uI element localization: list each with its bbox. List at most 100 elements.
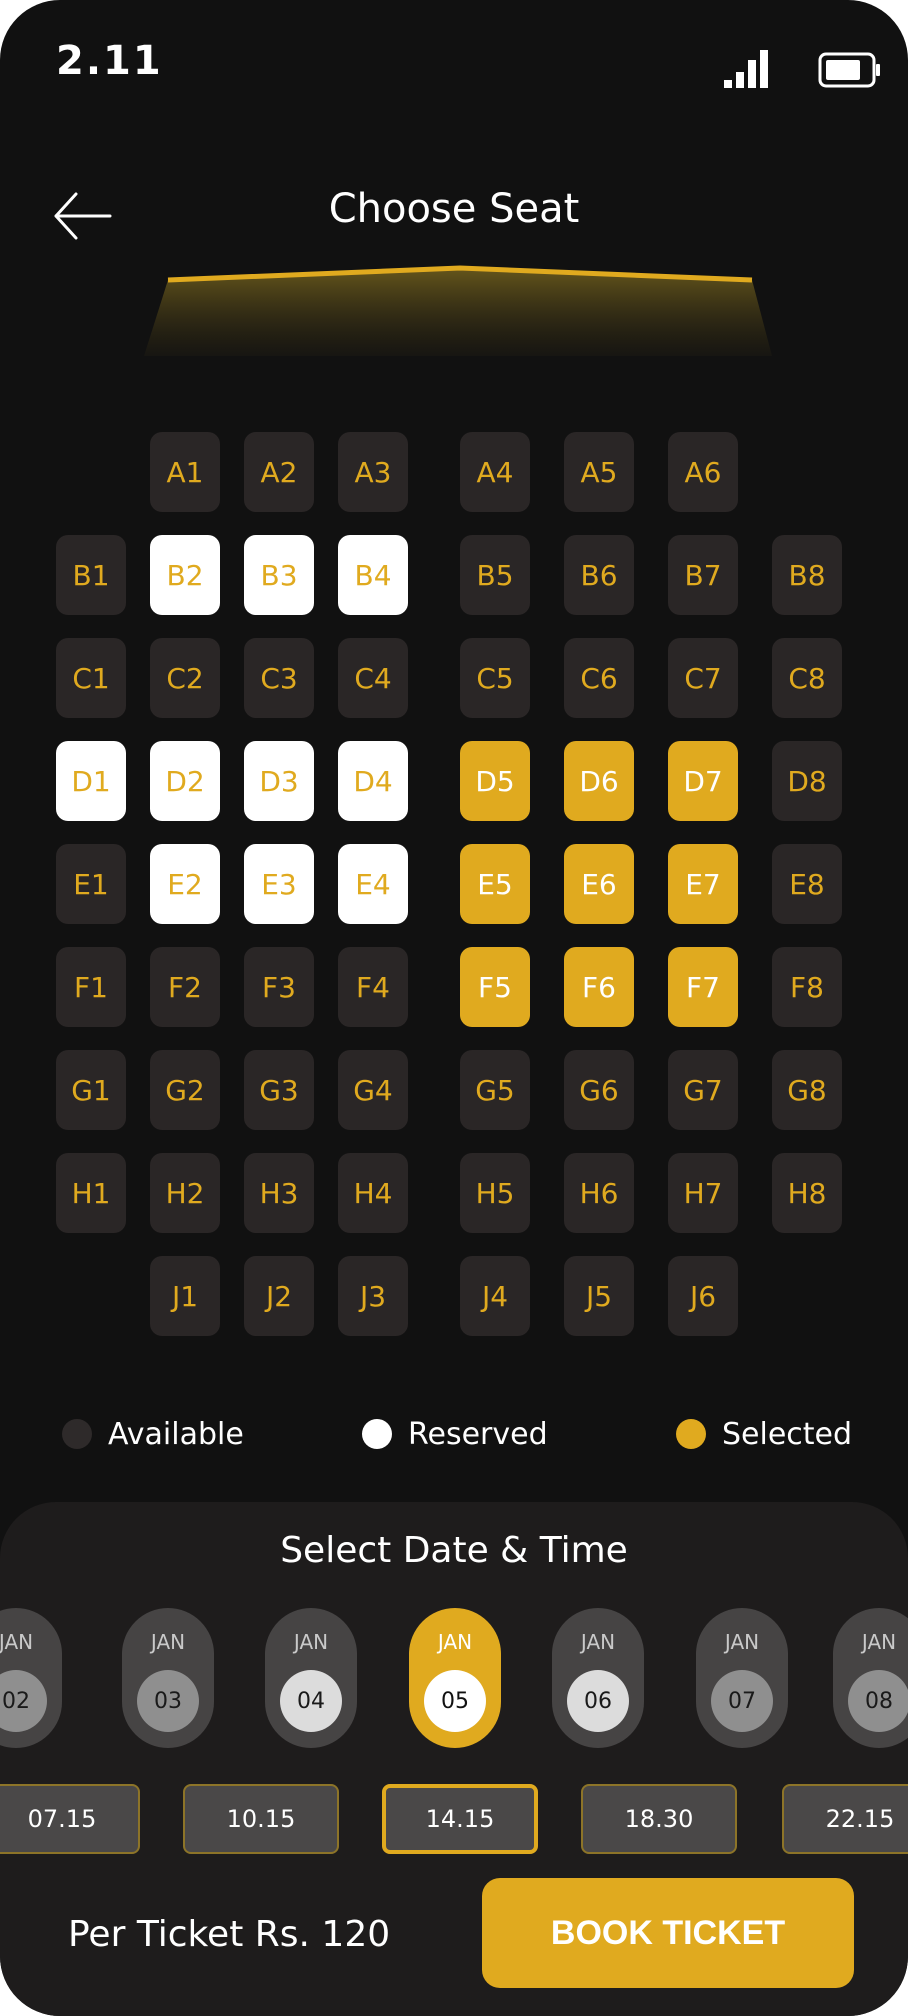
legend-available-label: Available <box>108 1416 244 1452</box>
available-dot-icon <box>62 1419 92 1449</box>
seat-c3[interactable]: C3 <box>244 638 314 718</box>
seat-f5[interactable]: F5 <box>460 947 530 1027</box>
cinema-screen <box>144 265 772 356</box>
time-option-07-15[interactable]: 07.15 <box>0 1784 140 1854</box>
date-option-07[interactable]: JAN 07 <box>696 1608 788 1748</box>
seat-a3[interactable]: A3 <box>338 432 408 512</box>
seat-j1[interactable]: J1 <box>150 1256 220 1336</box>
seat-d7[interactable]: D7 <box>668 741 738 821</box>
seat-b2: B2 <box>150 535 220 615</box>
seat-f6[interactable]: F6 <box>564 947 634 1027</box>
seat-b4: B4 <box>338 535 408 615</box>
seat-c7[interactable]: C7 <box>668 638 738 718</box>
date-month: JAN <box>0 1630 34 1654</box>
seat-h8[interactable]: H8 <box>772 1153 842 1233</box>
seat-f8[interactable]: F8 <box>772 947 842 1027</box>
selected-dot-icon <box>676 1419 706 1449</box>
seat-f7[interactable]: F7 <box>668 947 738 1027</box>
seat-b3: B3 <box>244 535 314 615</box>
seat-b5[interactable]: B5 <box>460 535 530 615</box>
seat-f3[interactable]: F3 <box>244 947 314 1027</box>
date-option-06[interactable]: JAN 06 <box>552 1608 644 1748</box>
seat-a6[interactable]: A6 <box>668 432 738 512</box>
date-day: 08 <box>848 1670 908 1732</box>
seat-g5[interactable]: G5 <box>460 1050 530 1130</box>
seat-e6[interactable]: E6 <box>564 844 634 924</box>
seat-j2[interactable]: J2 <box>244 1256 314 1336</box>
seat-d4: D4 <box>338 741 408 821</box>
seat-d8[interactable]: D8 <box>772 741 842 821</box>
seat-h5[interactable]: H5 <box>460 1153 530 1233</box>
seat-g8[interactable]: G8 <box>772 1050 842 1130</box>
seat-g4[interactable]: G4 <box>338 1050 408 1130</box>
date-option-03[interactable]: JAN 03 <box>122 1608 214 1748</box>
seat-c2[interactable]: C2 <box>150 638 220 718</box>
seat-d5[interactable]: D5 <box>460 741 530 821</box>
seat-c5[interactable]: C5 <box>460 638 530 718</box>
page-title: Choose Seat <box>328 186 580 232</box>
seat-a4[interactable]: A4 <box>460 432 530 512</box>
seat-h3[interactable]: H3 <box>244 1153 314 1233</box>
seat-c6[interactable]: C6 <box>564 638 634 718</box>
seat-j5[interactable]: J5 <box>564 1256 634 1336</box>
date-month: JAN <box>437 1630 473 1654</box>
seat-e5[interactable]: E5 <box>460 844 530 924</box>
date-option-04[interactable]: JAN 04 <box>265 1608 357 1748</box>
seat-b7[interactable]: B7 <box>668 535 738 615</box>
seat-e2: E2 <box>150 844 220 924</box>
date-month: JAN <box>724 1630 760 1654</box>
seat-j6[interactable]: J6 <box>668 1256 738 1336</box>
seat-b6[interactable]: B6 <box>564 535 634 615</box>
date-option-05[interactable]: JAN 05 <box>409 1608 501 1748</box>
seat-d3: D3 <box>244 741 314 821</box>
battery-icon <box>818 52 880 88</box>
seat-h6[interactable]: H6 <box>564 1153 634 1233</box>
time-option-18-30[interactable]: 18.30 <box>581 1784 737 1854</box>
seat-d6[interactable]: D6 <box>564 741 634 821</box>
seat-g1[interactable]: G1 <box>56 1050 126 1130</box>
date-month: JAN <box>293 1630 329 1654</box>
seat-b1[interactable]: B1 <box>56 535 126 615</box>
seat-a1[interactable]: A1 <box>150 432 220 512</box>
time-option-10-15[interactable]: 10.15 <box>183 1784 339 1854</box>
seat-f4[interactable]: F4 <box>338 947 408 1027</box>
seat-a5[interactable]: A5 <box>564 432 634 512</box>
date-day: 02 <box>0 1670 47 1732</box>
legend-selected-label: Selected <box>722 1416 853 1452</box>
seat-e1[interactable]: E1 <box>56 844 126 924</box>
seat-h1[interactable]: H1 <box>56 1153 126 1233</box>
seat-g7[interactable]: G7 <box>668 1050 738 1130</box>
seat-a2[interactable]: A2 <box>244 432 314 512</box>
book-ticket-button[interactable]: BOOK TICKET <box>482 1878 854 1988</box>
reserved-dot-icon <box>362 1419 392 1449</box>
seat-b8[interactable]: B8 <box>772 535 842 615</box>
seat-f2[interactable]: F2 <box>150 947 220 1027</box>
seat-h7[interactable]: H7 <box>668 1153 738 1233</box>
date-option-08[interactable]: JAN 08 <box>833 1608 908 1748</box>
seat-e4: E4 <box>338 844 408 924</box>
seat-h2[interactable]: H2 <box>150 1153 220 1233</box>
seat-f1[interactable]: F1 <box>56 947 126 1027</box>
seat-h4[interactable]: H4 <box>338 1153 408 1233</box>
seat-c8[interactable]: C8 <box>772 638 842 718</box>
seat-g6[interactable]: G6 <box>564 1050 634 1130</box>
seat-d1: D1 <box>56 741 126 821</box>
date-day: 06 <box>567 1670 629 1732</box>
date-time-title: Select Date & Time <box>280 1530 628 1571</box>
time-option-22-15[interactable]: 22.15 <box>782 1784 908 1854</box>
seat-c4[interactable]: C4 <box>338 638 408 718</box>
seat-j4[interactable]: J4 <box>460 1256 530 1336</box>
seat-d2: D2 <box>150 741 220 821</box>
seat-e7[interactable]: E7 <box>668 844 738 924</box>
signal-icon <box>724 50 768 88</box>
date-option-02[interactable]: JAN 02 <box>0 1608 62 1748</box>
seat-g2[interactable]: G2 <box>150 1050 220 1130</box>
legend-selected: Selected <box>676 1416 852 1452</box>
ticket-price: Per Ticket Rs. 120 <box>68 1914 391 1955</box>
seat-g3[interactable]: G3 <box>244 1050 314 1130</box>
seat-j3[interactable]: J3 <box>338 1256 408 1336</box>
time-option-14-15[interactable]: 14.15 <box>382 1784 538 1854</box>
legend-reserved: Reserved <box>362 1416 548 1452</box>
seat-c1[interactable]: C1 <box>56 638 126 718</box>
seat-e8[interactable]: E8 <box>772 844 842 924</box>
